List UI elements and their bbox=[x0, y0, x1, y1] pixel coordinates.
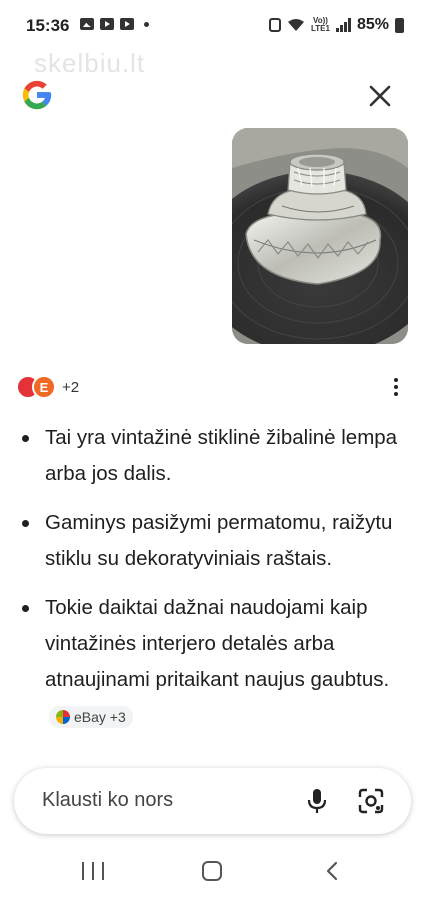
wifi-icon bbox=[288, 19, 304, 31]
e-brand-icon: E bbox=[32, 375, 56, 399]
source-chip[interactable]: eBay +3 bbox=[49, 705, 133, 728]
lens-icon bbox=[358, 788, 384, 814]
google-logo bbox=[22, 80, 52, 110]
ebay-icon bbox=[56, 709, 70, 724]
status-time: 15:36 bbox=[26, 16, 70, 35]
more-options-button[interactable] bbox=[386, 376, 406, 398]
battery-percentage: 85% bbox=[356, 16, 389, 33]
ai-overview-list: Tai yra vintažinė stiklinė žibalinė lemp… bbox=[18, 420, 398, 747]
volte-indicator: Vo)) LTE1 bbox=[311, 17, 330, 33]
search-image[interactable] bbox=[232, 128, 408, 344]
back-button[interactable] bbox=[322, 860, 344, 882]
watermark: skelbiu.lt bbox=[34, 48, 146, 78]
status-bar: 15:36 Vo)) LTE1 85% bbox=[0, 0, 426, 52]
volte-bottom-label: LTE1 bbox=[311, 24, 330, 33]
notification-icons bbox=[80, 18, 149, 30]
bullet-text: Tokie daiktai dažnai naudojami kaip vint… bbox=[45, 596, 390, 691]
youtube-icon bbox=[120, 18, 134, 30]
sources-count: +2 bbox=[62, 378, 80, 396]
glass-lamp-photo bbox=[232, 128, 408, 344]
home-button[interactable] bbox=[202, 861, 222, 881]
ask-bar[interactable]: Klausti ko nors bbox=[14, 768, 411, 834]
alarm-icon bbox=[269, 18, 281, 32]
list-item: Tokie daiktai dažnai naudojami kaip vint… bbox=[18, 590, 398, 734]
close-button[interactable] bbox=[362, 78, 398, 114]
list-item: Gaminys pasižymi permatomu, raižytu stik… bbox=[18, 505, 398, 577]
mic-button[interactable] bbox=[302, 786, 332, 816]
more-vert-icon bbox=[394, 378, 398, 382]
bullet-text: Tai yra vintažinė stiklinė žibalinė lemp… bbox=[45, 426, 398, 485]
source-chip-label: eBay +3 bbox=[74, 708, 126, 725]
ask-input[interactable]: Klausti ko nors bbox=[42, 789, 173, 812]
bullet-text: Gaminys pasižymi permatomu, raižytu stik… bbox=[45, 511, 393, 570]
signal-icon bbox=[335, 18, 351, 32]
sources-row[interactable]: E +2 bbox=[16, 374, 79, 400]
gallery-icon bbox=[80, 18, 94, 30]
list-item: Tai yra vintažinė stiklinė žibalinė lemp… bbox=[18, 420, 398, 492]
lens-button[interactable] bbox=[356, 786, 386, 816]
system-icons: Vo)) LTE1 85% bbox=[269, 16, 404, 34]
battery-icon bbox=[395, 17, 404, 33]
mic-icon bbox=[307, 789, 327, 813]
system-nav-bar bbox=[0, 842, 426, 900]
recents-button[interactable] bbox=[82, 862, 104, 880]
close-icon bbox=[369, 85, 391, 107]
more-notifications-icon bbox=[144, 21, 149, 27]
youtube-icon bbox=[100, 18, 114, 30]
